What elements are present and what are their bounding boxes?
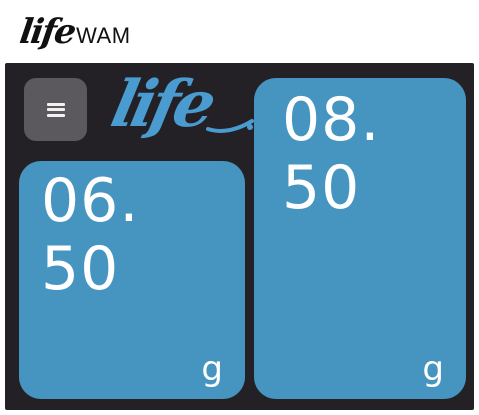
weight-unit: g (422, 349, 444, 389)
brand-suffix: WAM (76, 23, 131, 48)
brand-script: life (17, 12, 77, 52)
life-logo: life (105, 67, 254, 153)
weight-tile-1[interactable]: 06. 50 g (19, 161, 245, 399)
menu-button[interactable] (24, 78, 87, 141)
device-screen: life 06. 50 g 08. 50 g (5, 63, 474, 410)
weight-value-line2: 50 (282, 153, 361, 223)
weight-value: 06. 50 (41, 167, 139, 303)
weight-value-line2: 50 (41, 234, 120, 304)
weight-value-line1: 06. (41, 166, 140, 236)
hamburger-menu-icon (46, 102, 65, 117)
weight-value-line1: 08. (282, 85, 381, 155)
weight-tile-2[interactable]: 08. 50 g (254, 78, 466, 399)
weight-unit: g (201, 349, 223, 389)
brand-logo: life WAM (17, 12, 131, 52)
weight-value: 08. 50 (282, 86, 380, 222)
logo-swoosh-icon (206, 119, 254, 133)
life-logo-text: life (105, 67, 218, 142)
